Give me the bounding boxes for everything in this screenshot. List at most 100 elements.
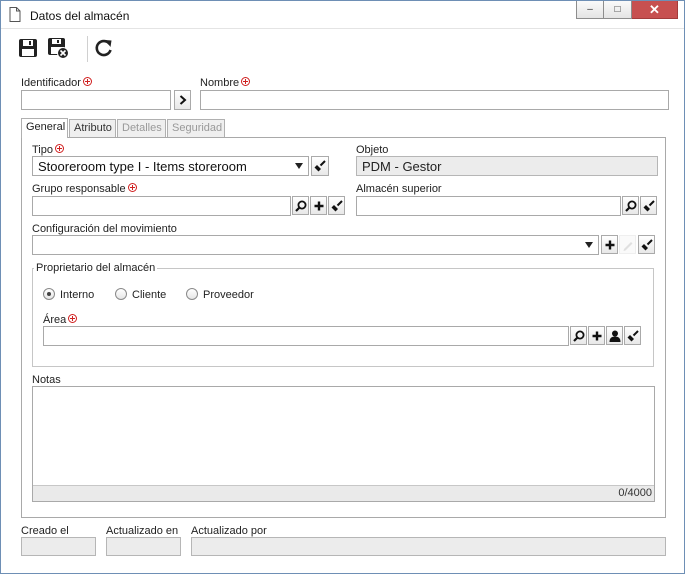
eraser-broom-icon (627, 329, 639, 341)
almacen-superior-label-text: Almacén superior (356, 183, 442, 195)
plus-icon (314, 201, 323, 210)
tab-general[interactable]: General (21, 118, 68, 138)
tipo-select[interactable]: Stooreroom type I - Items storeroom (32, 156, 309, 176)
maximize-button[interactable]: □ (604, 1, 632, 19)
refresh-icon (95, 39, 112, 57)
tab-detalles: Detalles (117, 119, 166, 137)
almacen-superior-label: Almacén superior (356, 183, 442, 195)
notas-counter: 0/4000 (618, 487, 652, 499)
area-label: Área (43, 314, 78, 326)
tab-seguridad-label: Seguridad (172, 122, 223, 134)
pencil-icon (623, 241, 632, 251)
tab-atributo[interactable]: Atributo (69, 119, 116, 137)
window-controls: ‒ □ ✕ (576, 1, 678, 19)
plus-icon (592, 331, 601, 340)
document-icon (9, 7, 21, 22)
radio-interno[interactable] (43, 288, 55, 300)
next-identifier-button[interactable] (174, 90, 191, 110)
minimize-button[interactable]: ‒ (576, 1, 604, 19)
title-bar: Datos del almacén ‒ □ ✕ (1, 1, 684, 29)
objeto-label-text: Objeto (356, 144, 389, 156)
eraser-broom-icon (331, 199, 343, 211)
config-movimiento-select[interactable] (32, 235, 599, 255)
required-icon (55, 144, 64, 153)
actualizado-por-field (191, 537, 666, 556)
grupo-clear-button[interactable] (328, 196, 345, 215)
required-icon (127, 183, 137, 192)
config-add-button[interactable] (601, 235, 618, 254)
objeto-value: PDM - Gestor (362, 159, 442, 174)
area-input[interactable] (43, 326, 569, 346)
user-icon (609, 330, 620, 342)
identificador-input[interactable] (21, 90, 171, 110)
identificador-label: Identificador (21, 77, 92, 89)
creado-label: Creado el (21, 525, 69, 537)
notas-counter-bar: 0/4000 (33, 485, 654, 501)
objeto-label: Objeto (356, 144, 388, 156)
radio-proveedor[interactable] (186, 288, 198, 300)
close-icon: ✕ (649, 1, 660, 17)
actualizado-por-label: Actualizado por (191, 525, 267, 537)
radio-interno-label: Interno (60, 289, 95, 301)
actualizado-en-label: Actualizado en (106, 525, 179, 537)
grupo-search-button[interactable] (292, 196, 309, 215)
grupo-responsable-label: Grupo responsable (32, 183, 137, 195)
almacen-superior-clear-button[interactable] (640, 196, 657, 215)
dropdown-arrow-icon (585, 242, 593, 248)
eraser-broom-icon (641, 238, 653, 250)
objeto-field: PDM - Gestor (356, 156, 658, 176)
tipo-value: Stooreroom type I - Items storeroom (38, 159, 247, 174)
almacen-superior-search-button[interactable] (622, 196, 639, 215)
search-icon (624, 200, 636, 212)
actualizado-en-field (106, 537, 181, 556)
floppy-disk-icon (19, 39, 37, 57)
tab-detalles-label: Detalles (122, 122, 162, 134)
grupo-responsable-input[interactable] (32, 196, 291, 216)
dialog-window: Datos del almacén ‒ □ ✕ Identificador No… (0, 0, 685, 574)
config-clear-button[interactable] (638, 235, 655, 254)
dropdown-arrow-icon (295, 163, 303, 169)
config-edit-button (619, 235, 636, 254)
area-search-button[interactable] (570, 326, 587, 345)
grupo-add-button[interactable] (310, 196, 327, 215)
almacen-superior-input[interactable] (356, 196, 621, 216)
area-user-button[interactable] (606, 326, 623, 345)
grupo-label-text: Grupo responsable (32, 183, 126, 195)
radio-cliente[interactable] (115, 288, 127, 300)
required-icon (241, 77, 251, 86)
search-icon (294, 200, 306, 212)
minimize-icon: ‒ (587, 4, 593, 15)
config-label-text: Configuración del movimiento (32, 223, 177, 235)
close-button[interactable]: ✕ (632, 1, 678, 19)
nombre-label: Nombre (200, 77, 251, 89)
area-clear-button[interactable] (624, 326, 641, 345)
chevron-right-icon (179, 95, 187, 105)
toolbar (1, 30, 684, 68)
radio-proveedor-label: Proveedor (203, 289, 254, 301)
creado-field (21, 537, 96, 556)
required-icon (82, 77, 92, 86)
floppy-disk-close-icon (48, 38, 69, 59)
nombre-input[interactable] (200, 90, 669, 110)
area-add-button[interactable] (588, 326, 605, 345)
tab-atributo-label: Atributo (74, 122, 112, 134)
tipo-clear-button[interactable] (311, 156, 329, 176)
notas-textarea[interactable]: 0/4000 (32, 386, 655, 502)
save-button[interactable] (16, 36, 40, 60)
required-icon (68, 314, 78, 323)
area-label-text: Área (43, 314, 67, 326)
notas-label: Notas (32, 374, 61, 386)
propietario-title: Proprietario del almacén (34, 262, 158, 274)
nombre-label-text: Nombre (200, 77, 240, 89)
refresh-button[interactable] (92, 36, 116, 60)
maximize-icon: □ (614, 4, 621, 15)
search-icon (572, 330, 584, 342)
eraser-broom-icon (314, 160, 326, 172)
identificador-label-text: Identificador (21, 77, 81, 89)
radio-cliente-label: Cliente (132, 289, 167, 301)
tab-seguridad: Seguridad (167, 119, 225, 137)
save-and-close-button[interactable] (46, 36, 70, 60)
config-movimiento-label: Configuración del movimiento (32, 223, 177, 235)
eraser-broom-icon (643, 199, 655, 211)
propietario-groupbox (32, 268, 654, 367)
